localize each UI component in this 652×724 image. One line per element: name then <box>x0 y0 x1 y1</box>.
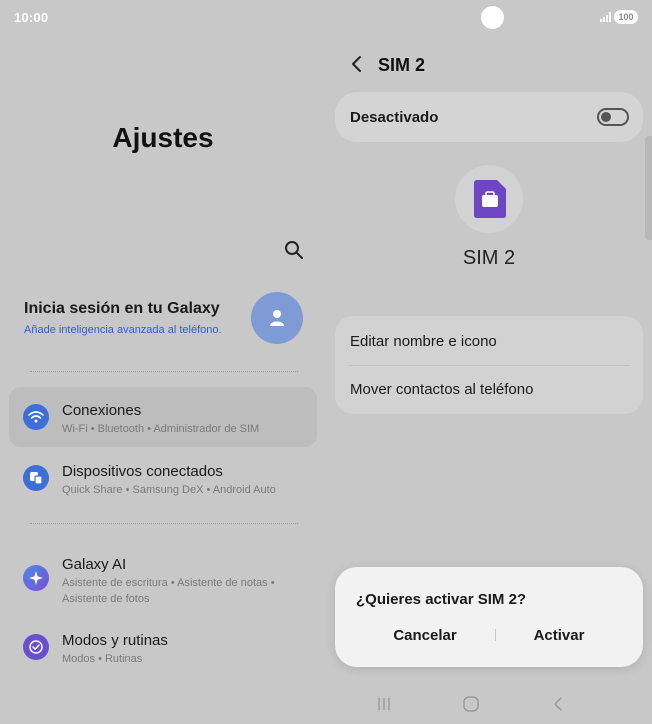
activate-sim-dialog: ¿Quieres activar SIM 2? Cancelar Activar <box>335 567 643 667</box>
option-move-contacts[interactable]: Mover contactos al teléfono <box>350 381 533 398</box>
settings-pane: Ajustes Inicia sesión en tu Galaxy Añade… <box>0 34 326 724</box>
status-bar: 10:00 100 <box>0 0 652 34</box>
menu-item-subtitle: Modos • Rutinas <box>62 653 143 665</box>
cancel-button[interactable]: Cancelar <box>360 627 490 644</box>
menu-item-title: Dispositivos conectados <box>62 463 223 480</box>
check-circle-icon <box>23 634 49 660</box>
page-title: Ajustes <box>112 122 214 153</box>
sparkle-icon <box>23 565 49 591</box>
wifi-icon <box>23 404 49 430</box>
person-icon <box>270 310 284 326</box>
sim-options-card: Editar nombre e icono Mover contactos al… <box>335 316 643 414</box>
back-icon[interactable] <box>548 695 568 713</box>
search-icon[interactable] <box>283 239 305 261</box>
navigation-bar <box>326 688 652 724</box>
signal-icon <box>600 12 611 22</box>
toggle-label: Desactivado <box>350 109 439 126</box>
edge-panel-handle[interactable] <box>645 136 652 240</box>
avatar[interactable] <box>251 292 303 344</box>
menu-item-subtitle: Wi-Fi • Bluetooth • Administrador de SIM <box>62 423 260 435</box>
sim-toggle-switch[interactable] <box>597 108 629 126</box>
home-icon[interactable] <box>461 695 481 713</box>
menu-item-title: Conexiones <box>62 402 142 419</box>
account-subtitle: Añade inteligencia avanzada al teléfono. <box>24 324 222 336</box>
settings-item-connections[interactable]: Conexiones Wi-Fi • Bluetooth • Administr… <box>9 387 317 447</box>
menu-item-subtitle: Quick Share • Samsung DeX • Android Auto <box>62 484 276 496</box>
account-title: Inicia sesión en tu Galaxy <box>24 300 220 317</box>
menu-item-title: Galaxy AI <box>62 556 127 573</box>
settings-item-connected-devices[interactable]: Dispositivos conectados Quick Share • Sa… <box>9 448 317 508</box>
account-signin[interactable]: Inicia sesión en tu Galaxy Añade intelig… <box>24 292 314 348</box>
sim-card-icon <box>474 180 506 218</box>
switch-knob <box>601 112 611 122</box>
divider <box>30 371 298 372</box>
option-edit-name-icon[interactable]: Editar nombre e icono <box>350 333 497 350</box>
battery-icon: 100 <box>614 10 638 24</box>
divider <box>30 523 298 524</box>
camera-cutout <box>481 6 504 29</box>
divider <box>349 365 629 366</box>
activate-button[interactable]: Activar <box>494 627 624 644</box>
screen-title: SIM 2 <box>378 55 426 75</box>
sim-icon-container <box>455 165 523 233</box>
menu-item-title: Modos y rutinas <box>62 632 168 649</box>
status-time: 10:00 <box>14 10 49 25</box>
menu-item-subtitle: Asistente de escritura • Asistente de no… <box>62 577 275 605</box>
settings-item-modes-routines[interactable]: Modos y rutinas Modos • Rutinas <box>9 617 317 677</box>
sim-toggle-row[interactable]: Desactivado <box>335 92 643 142</box>
devices-icon <box>23 465 49 491</box>
recents-icon[interactable] <box>374 695 394 713</box>
dialog-message: ¿Quieres activar SIM 2? <box>356 591 527 608</box>
sim-name: SIM 2 <box>462 247 516 269</box>
back-arrow-icon[interactable] <box>348 55 366 73</box>
settings-item-galaxy-ai[interactable]: Galaxy AI Asistente de escritura • Asist… <box>9 541 317 609</box>
